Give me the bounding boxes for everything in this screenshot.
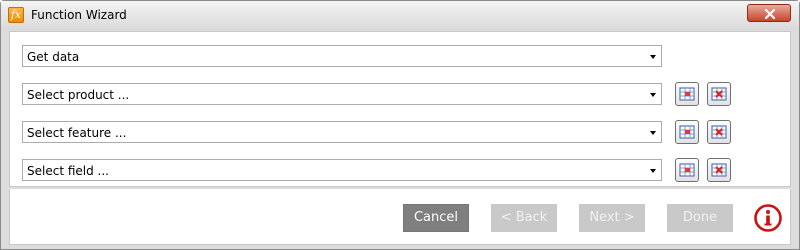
function-wizard-window: fx Function Wizard Get data Select produ… xyxy=(0,0,800,250)
insert-cell-ref-button[interactable] xyxy=(675,158,699,182)
dropdown-value: Select feature ... xyxy=(27,126,127,140)
wizard-footer: Cancel < Back Next > Done xyxy=(9,189,791,245)
table-pick-icon xyxy=(679,125,695,139)
table-clear-icon xyxy=(711,163,727,177)
window-title: Function Wizard xyxy=(31,8,127,22)
close-icon xyxy=(764,9,776,19)
dropdown-value: Get data xyxy=(27,50,80,64)
insert-cell-ref-button[interactable] xyxy=(675,82,699,106)
chevron-down-icon xyxy=(650,93,656,97)
select-product-dropdown[interactable]: Select product ... xyxy=(22,83,662,105)
table-pick-icon xyxy=(679,87,695,101)
next-button[interactable]: Next > xyxy=(579,204,645,232)
info-icon[interactable] xyxy=(753,203,783,233)
clear-cell-ref-button[interactable] xyxy=(707,82,731,106)
insert-cell-ref-button[interactable] xyxy=(675,120,699,144)
chevron-down-icon xyxy=(650,131,656,135)
select-feature-dropdown[interactable]: Select feature ... xyxy=(22,121,662,143)
table-clear-icon xyxy=(711,125,727,139)
clear-cell-ref-button[interactable] xyxy=(707,158,731,182)
wizard-content: Get data Select product ... Select featu xyxy=(9,31,791,187)
cancel-button[interactable]: Cancel xyxy=(403,204,469,232)
dropdown-value: Select field ... xyxy=(27,164,109,178)
dropdown-value: Select product ... xyxy=(27,88,130,102)
select-field-dropdown[interactable]: Select field ... xyxy=(22,159,662,181)
clear-cell-ref-button[interactable] xyxy=(707,120,731,144)
close-button[interactable] xyxy=(747,4,791,22)
chevron-down-icon xyxy=(650,55,656,59)
table-clear-icon xyxy=(711,87,727,101)
title-bar[interactable]: fx Function Wizard xyxy=(1,1,799,30)
fx-app-icon: fx xyxy=(8,7,24,23)
back-button[interactable]: < Back xyxy=(491,204,557,232)
done-button[interactable]: Done xyxy=(667,204,733,232)
chevron-down-icon xyxy=(650,169,656,173)
get-data-dropdown[interactable]: Get data xyxy=(22,45,662,67)
table-pick-icon xyxy=(679,163,695,177)
